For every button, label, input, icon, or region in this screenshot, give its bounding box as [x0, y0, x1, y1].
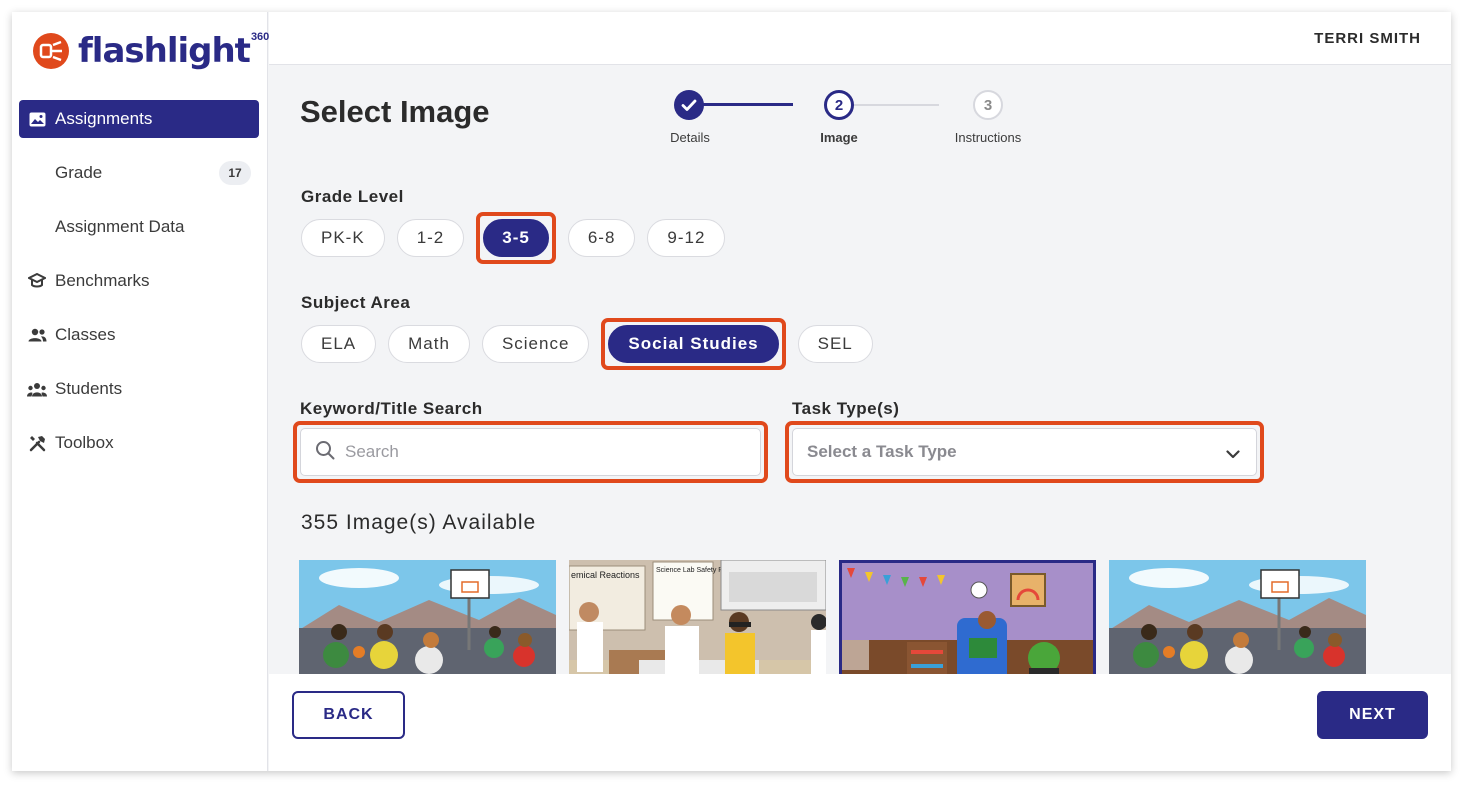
image-card-science-lab[interactable]: emical Reactions Science Lab Safety Rule… [569, 560, 826, 686]
search-icon [315, 440, 335, 465]
sidebar-item-assignment-data[interactable]: Assignment Data [19, 208, 259, 246]
image-icon [27, 109, 47, 129]
grade-option-6-8[interactable]: 6-8 [567, 219, 636, 257]
sidebar-item-label: Students [55, 379, 123, 398]
sidebar-item-label: Grade [55, 163, 103, 182]
grade-option-9-12[interactable]: 9-12 [647, 219, 726, 257]
image-card-basketball-2[interactable] [1109, 560, 1366, 686]
count-badge: 17 [219, 161, 251, 185]
step-label-image: Image [820, 130, 858, 145]
sidebar-item-label: Benchmarks [55, 271, 150, 290]
sidebar-item-label: Toolbox [55, 433, 114, 452]
logo[interactable]: flashlight 360 [32, 30, 269, 72]
subject-option-ela[interactable]: ELA [301, 325, 377, 363]
sidebar-item-label: Classes [55, 325, 116, 344]
subject-option-math[interactable]: Math [388, 325, 470, 363]
step-connector [689, 103, 793, 106]
grade-option-3-5[interactable]: 3-5 [483, 219, 549, 257]
step-1-check-icon [674, 90, 704, 120]
results-count: 355 Image(s) Available [301, 511, 537, 534]
next-button[interactable]: NEXT [1317, 691, 1428, 739]
app-window: flashlight 360 Assignments Grade 17 Assi… [12, 12, 1451, 771]
science-lab-image: emical Reactions Science Lab Safety Rule… [569, 560, 826, 686]
step-2-circle: 2 [824, 90, 854, 120]
sidebar-item-assignments[interactable]: Assignments [19, 100, 259, 138]
footer-actions: BACK NEXT [269, 674, 1451, 771]
back-button[interactable]: BACK [292, 691, 405, 739]
stepper: 2 3 Details Image Instructions [649, 90, 1029, 150]
step-label-instructions: Instructions [954, 130, 1022, 145]
subject-area-options: ELA Math Science Social Studies SEL [301, 318, 885, 370]
sidebar-item-benchmarks[interactable]: Benchmarks [19, 262, 259, 300]
search-label: Keyword/Title Search [300, 399, 483, 418]
highlight-box: Social Studies [601, 318, 786, 370]
basketball-court-image-2 [1109, 560, 1366, 686]
step-label-details: Details [670, 130, 710, 145]
group-icon [27, 379, 47, 399]
grade-option-1-2[interactable]: 1-2 [396, 219, 465, 257]
logo-text: flashlight [78, 31, 251, 71]
grade-option-pk-k[interactable]: PK-K [301, 219, 385, 257]
subject-area-label: Subject Area [301, 293, 411, 312]
top-bar: TERRI SMITH [269, 12, 1451, 65]
search-input[interactable] [345, 442, 725, 462]
basketball-court-image [299, 560, 556, 686]
image-card-reading-room[interactable] [839, 560, 1096, 686]
poster-text-reactions: emical Reactions [571, 570, 640, 580]
grade-level-label: Grade Level [301, 187, 404, 206]
highlight-box: Select a Task Type [785, 421, 1264, 483]
sidebar: flashlight 360 Assignments Grade 17 Assi… [12, 12, 269, 771]
users-icon [27, 325, 47, 345]
task-type-label: Task Type(s) [792, 399, 900, 418]
subject-option-social-studies[interactable]: Social Studies [608, 325, 779, 363]
user-name[interactable]: TERRI SMITH [1314, 30, 1421, 47]
grade-level-options: PK-K 1-2 3-5 6-8 9-12 [301, 212, 737, 264]
sidebar-item-label: Assignments [55, 109, 153, 128]
reading-room-image [839, 560, 1096, 686]
highlight-box: 3-5 [476, 212, 556, 264]
task-type-select[interactable]: Select a Task Type [792, 428, 1257, 476]
search-field [300, 428, 761, 476]
subject-option-science[interactable]: Science [481, 325, 590, 363]
sidebar-item-toolbox[interactable]: Toolbox [19, 424, 259, 462]
subject-option-sel[interactable]: SEL [797, 325, 873, 363]
sidebar-item-classes[interactable]: Classes [19, 316, 259, 354]
chevron-down-icon [1226, 446, 1240, 464]
task-type-placeholder: Select a Task Type [807, 442, 957, 461]
page-title: Select Image [300, 94, 490, 129]
sidebar-item-grade[interactable]: Grade 17 [19, 154, 259, 192]
flashlight-logo-icon [33, 33, 69, 69]
step-3-circle: 3 [973, 90, 1003, 120]
image-grid: emical Reactions Science Lab Safety Rule… [299, 560, 1379, 686]
sidebar-item-students[interactable]: Students [19, 370, 259, 408]
image-card-basketball[interactable] [299, 560, 556, 686]
sidebar-nav: Assignments Grade 17 Assignment Data Ben… [19, 100, 259, 478]
highlight-box [293, 421, 768, 483]
sidebar-item-label: Assignment Data [55, 217, 185, 236]
graduation-cap-icon [27, 271, 47, 291]
main-content: Select Image 2 3 Details Image Instructi… [269, 66, 1451, 771]
tools-icon [27, 433, 47, 453]
logo-superscript: 360 [250, 31, 270, 43]
